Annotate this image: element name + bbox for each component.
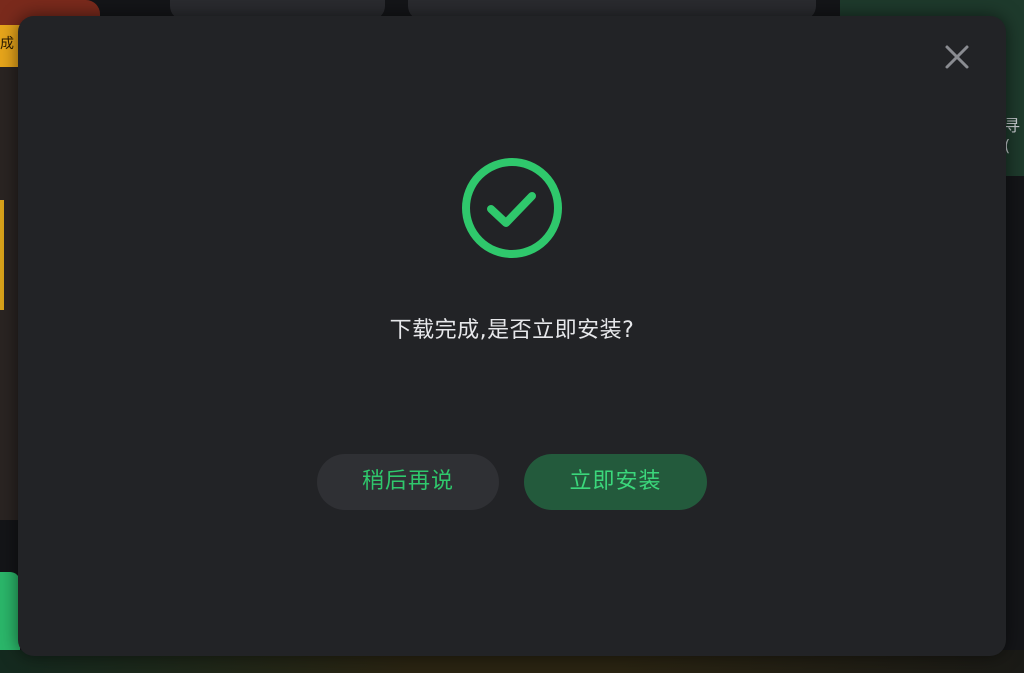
later-button[interactable]: 稍后再说 <box>317 454 499 510</box>
install-dialog: 下载完成,是否立即安装? 稍后再说 立即安装 <box>18 16 1006 656</box>
dialog-message: 下载完成,是否立即安装? <box>389 318 635 343</box>
install-now-button[interactable]: 立即安装 <box>524 454 707 510</box>
background-tag-text: 成了 <box>0 36 14 52</box>
close-button[interactable] <box>942 42 972 72</box>
check-circle-icon <box>462 158 562 258</box>
close-icon <box>945 45 969 69</box>
background-right-text: 寻( <box>1004 116 1021 155</box>
background-bar <box>0 200 4 310</box>
